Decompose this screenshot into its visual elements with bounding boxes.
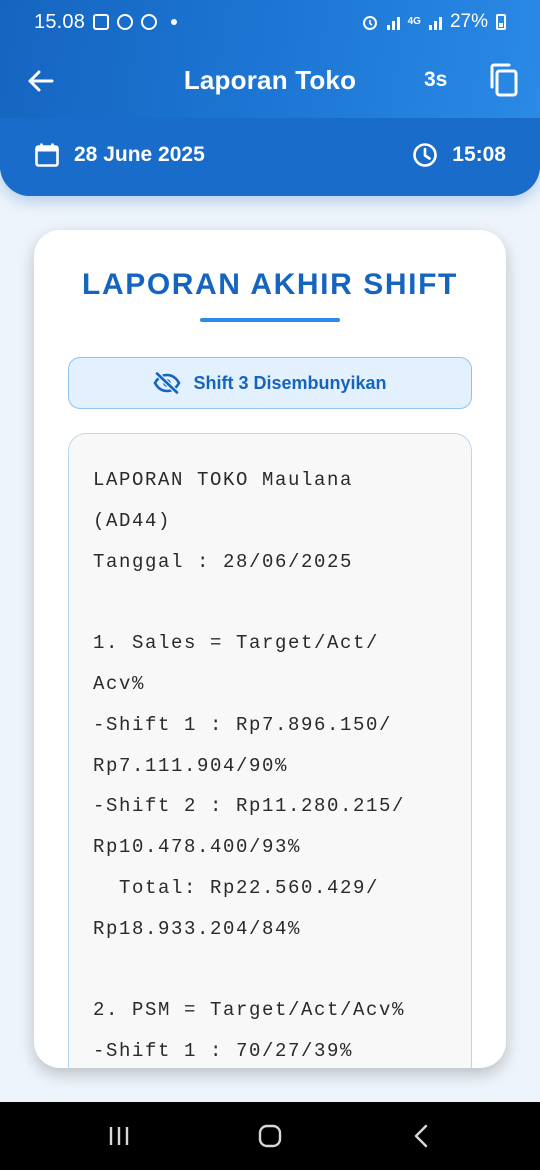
card-title: LAPORAN AKHIR SHIFT	[82, 268, 458, 301]
report-line: Rp18.933.204/84%	[93, 917, 302, 940]
copy-icon	[490, 63, 518, 97]
report-text-box[interactable]: LAPORAN TOKO Maulana (AD44) Tanggal : 28…	[68, 433, 472, 1068]
recents-button[interactable]	[102, 1120, 136, 1152]
report-line	[93, 950, 449, 991]
report-line: (AD44)	[93, 509, 172, 532]
status-bar: 15.08 4G 27%	[0, 0, 540, 44]
back-icon	[414, 1124, 428, 1148]
signal-icon	[386, 14, 400, 30]
calendar-icon	[35, 143, 59, 167]
copy-button[interactable]	[488, 62, 524, 102]
status-time: 15.08	[34, 10, 86, 33]
home-icon	[258, 1124, 282, 1148]
battery-icon	[496, 14, 506, 30]
report-line: Total: Rp22.560.429/	[93, 876, 380, 899]
notification-dot-icon	[171, 19, 178, 25]
battery-percent: 27%	[449, 11, 488, 32]
report-line: Acv%	[93, 672, 146, 695]
timer-label: 3s	[424, 68, 448, 91]
whatsapp-icon	[117, 14, 134, 30]
shift-visibility-toggle[interactable]: Shift 3 Disembunyikan	[68, 357, 472, 409]
alarm-icon	[362, 16, 377, 30]
report-line: -Shift 2 : Rp11.280.215/	[93, 795, 406, 818]
network-type: 4G	[407, 16, 421, 27]
report-line: -Shift 1 : 70/27/39%	[93, 1040, 354, 1063]
page-title: Laporan Toko	[183, 65, 357, 95]
report-line: Rp7.111.904/90%	[93, 754, 289, 777]
report-line: -Shift 1 : Rp7.896.150/	[93, 713, 393, 736]
signal-icon-2	[428, 14, 442, 30]
report-line: 2. PSM = Target/Act/Acv%	[93, 999, 406, 1022]
report-line: LAPORAN TOKO Maulana	[93, 469, 354, 491]
gallery-icon	[93, 14, 110, 30]
system-nav-bar	[0, 1102, 540, 1170]
report-line: Tanggal : 28/06/2025	[93, 550, 354, 573]
home-button[interactable]	[253, 1120, 287, 1152]
date-time-bar: 28 June 2025 15:08	[0, 118, 540, 196]
app-d-icon	[141, 14, 158, 30]
report-time: 15:08	[452, 143, 506, 166]
shift-toggle-label: Shift 3 Disembunyikan	[193, 372, 387, 393]
report-line: Rp10.478.400/93%	[93, 836, 302, 859]
clock-icon	[413, 143, 438, 167]
report-line: 1. Sales = Target/Act/	[93, 632, 380, 655]
report-date: 28 June 2025	[74, 143, 205, 166]
title-divider	[200, 318, 340, 322]
report-line	[93, 582, 449, 623]
app-bar: Laporan Toko 3s	[0, 52, 540, 110]
recents-icon	[109, 1127, 129, 1145]
nav-back-button[interactable]	[404, 1120, 438, 1152]
report-card: LAPORAN AKHIR SHIFT Shift 3 Disembunyika…	[34, 230, 506, 1068]
eye-off-icon	[153, 372, 181, 394]
